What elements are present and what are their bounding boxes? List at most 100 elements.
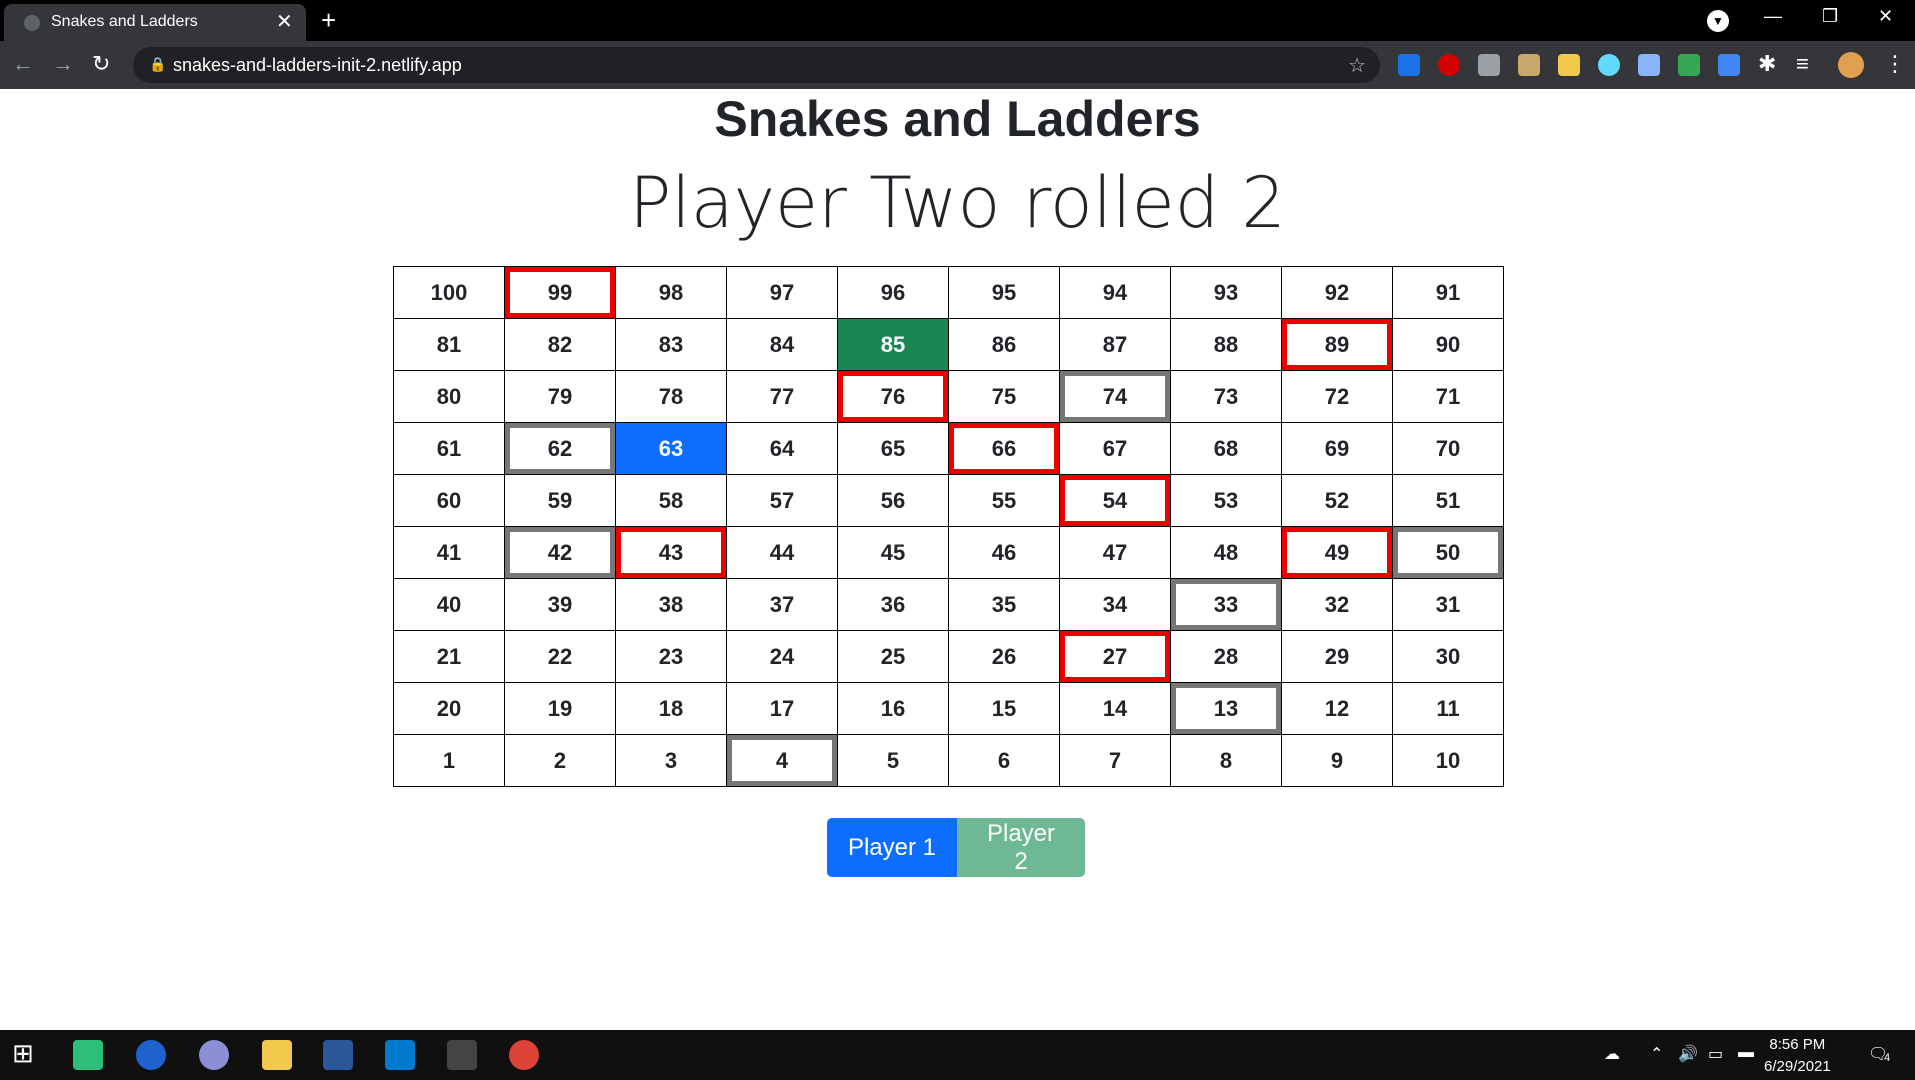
board-square-49: 49 (1281, 526, 1393, 579)
word-icon[interactable] (323, 1040, 353, 1070)
restore-icon[interactable]: ❐ (1822, 6, 1838, 27)
tab-search-icon[interactable]: ▼ (1707, 10, 1729, 32)
extension-icon[interactable] (1638, 54, 1660, 76)
player-1-button[interactable]: Player 1 (827, 818, 957, 877)
board-square-45: 45 (837, 526, 949, 579)
extension-icon[interactable] (1438, 54, 1460, 76)
clock-date: 6/29/2021 (1764, 1058, 1831, 1075)
board-square-78: 78 (615, 370, 727, 423)
board-square-3: 3 (615, 734, 727, 787)
board-square-44: 44 (726, 526, 838, 579)
board-square-82: 82 (504, 318, 616, 371)
datagrip-icon[interactable] (73, 1040, 103, 1070)
board-square-48: 48 (1170, 526, 1282, 579)
volume-icon[interactable]: 🔊 (1678, 1044, 1698, 1064)
board-square-34: 34 (1059, 578, 1171, 631)
app-icon[interactable] (136, 1040, 166, 1070)
avatar[interactable] (1838, 52, 1864, 78)
board-square-39: 39 (504, 578, 616, 631)
extension-icon[interactable] (1518, 54, 1540, 76)
board-square-97: 97 (726, 266, 838, 319)
board-square-4: 4 (726, 734, 838, 787)
address-bar[interactable]: 🔒 snakes-and-ladders-init-2.netlify.app … (133, 47, 1380, 83)
board-square-41: 41 (393, 526, 505, 579)
board-square-52: 52 (1281, 474, 1393, 527)
board-square-69: 69 (1281, 422, 1393, 475)
roll-status: Player Two rolled 2 (629, 162, 1286, 244)
terminal-icon[interactable] (447, 1040, 477, 1070)
extension-icon[interactable] (1558, 54, 1580, 76)
board-square-22: 22 (504, 630, 616, 683)
reload-icon[interactable]: ↻ (92, 51, 110, 77)
new-tab-icon[interactable]: + (321, 5, 336, 36)
chevron-up-icon[interactable]: ⌃ (1650, 1044, 1663, 1064)
board-square-55: 55 (948, 474, 1060, 527)
board-square-16: 16 (837, 682, 949, 735)
board-square-35: 35 (948, 578, 1060, 631)
board-square-74: 74 (1059, 370, 1171, 423)
board-square-95: 95 (948, 266, 1060, 319)
windows-start-icon[interactable]: ⊞ (12, 1038, 34, 1069)
board-square-6: 6 (948, 734, 1060, 787)
extension-icon[interactable] (1718, 54, 1740, 76)
board-square-46: 46 (948, 526, 1060, 579)
board-square-67: 67 (1059, 422, 1171, 475)
clock[interactable]: 8:56 PM 6/29/2021 (1764, 1034, 1831, 1078)
browser-tab[interactable]: Snakes and Ladders ✕ (4, 4, 306, 41)
board-square-58: 58 (615, 474, 727, 527)
board-square-38: 38 (615, 578, 727, 631)
board-square-32: 32 (1281, 578, 1393, 631)
board-square-13: 13 (1170, 682, 1282, 735)
battery-icon[interactable]: ▬ (1738, 1044, 1754, 1062)
board-row: 21 22 23 24 25 26 27 28 29 30 (393, 630, 1504, 683)
board-square-100: 100 (393, 266, 505, 319)
extension-icon[interactable] (1678, 54, 1700, 76)
board-square-37: 37 (726, 578, 838, 631)
player-buttons: Player 1 Player 2 (827, 818, 1085, 877)
board-square-42: 42 (504, 526, 616, 579)
board-square-51: 51 (1392, 474, 1504, 527)
bookmark-star-icon[interactable]: ☆ (1348, 53, 1366, 78)
taskbar: ⊞ ☁ ⌃ 🔊 ▭ ▬ 8:56 PM 6/29/2021 🗨 4 (0, 1030, 1915, 1080)
back-icon[interactable]: ← (12, 51, 34, 77)
react-devtools-icon[interactable] (1598, 54, 1620, 76)
forward-icon[interactable]: → (52, 51, 74, 77)
app-icon[interactable] (199, 1040, 229, 1070)
board-row: 1 2 3 4 5 6 7 8 9 10 (393, 734, 1504, 787)
chrome-icon[interactable] (509, 1040, 539, 1070)
board-row: 100 99 98 97 96 95 94 93 92 91 (393, 266, 1504, 319)
close-window-icon[interactable]: ✕ (1878, 6, 1893, 27)
board-square-71: 71 (1392, 370, 1504, 423)
board-square-2: 2 (504, 734, 616, 787)
close-tab-icon[interactable]: ✕ (276, 9, 293, 34)
board-square-77: 77 (726, 370, 838, 423)
globe-icon (24, 15, 40, 31)
file-explorer-icon[interactable] (262, 1040, 292, 1070)
board-square-8: 8 (1170, 734, 1282, 787)
vscode-icon[interactable] (385, 1040, 415, 1070)
extension-icon[interactable] (1478, 54, 1500, 76)
board-square-66: 66 (948, 422, 1060, 475)
board-square-93: 93 (1170, 266, 1282, 319)
board-square-9: 9 (1281, 734, 1393, 787)
board-square-92: 92 (1281, 266, 1393, 319)
board-square-29: 29 (1281, 630, 1393, 683)
board-square-94: 94 (1059, 266, 1171, 319)
board-row: 81 82 83 84 85 86 87 88 89 90 (393, 318, 1504, 371)
board-square-80: 80 (393, 370, 505, 423)
weather-icon[interactable]: ☁ (1604, 1044, 1620, 1064)
board-row: 40 39 38 37 36 35 34 33 32 31 (393, 578, 1504, 631)
player-2-button[interactable]: Player 2 (957, 818, 1085, 877)
board-square-17: 17 (726, 682, 838, 735)
extensions-puzzle-icon[interactable]: ✱ (1758, 51, 1776, 77)
minimize-icon[interactable]: — (1764, 6, 1782, 27)
browser-tab-bar: Snakes and Ladders ✕ + ▼ — ❐ ✕ (0, 0, 1915, 41)
board-square-54: 54 (1059, 474, 1171, 527)
board-square-59: 59 (504, 474, 616, 527)
menu-icon[interactable]: ⋮ (1884, 51, 1906, 77)
board-square-86: 86 (948, 318, 1060, 371)
extension-icon[interactable] (1398, 54, 1420, 76)
media-control-icon[interactable]: ≡ (1796, 51, 1809, 77)
network-icon[interactable]: ▭ (1708, 1044, 1723, 1064)
board-square-19: 19 (504, 682, 616, 735)
